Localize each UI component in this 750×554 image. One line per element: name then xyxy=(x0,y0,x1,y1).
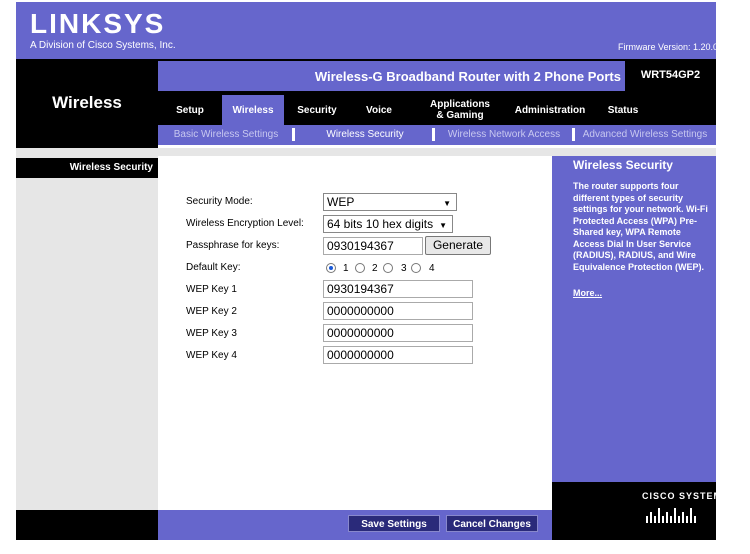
generate-button[interactable]: Generate xyxy=(425,236,491,255)
subtab-advanced-wireless-settings[interactable]: Advanced Wireless Settings xyxy=(580,129,710,140)
encryption-level-label: Wireless Encryption Level: xyxy=(186,218,304,229)
model-number: WRT54GP2 xyxy=(640,69,701,81)
default-key-radio-4[interactable] xyxy=(411,263,421,273)
tab-voice[interactable]: Voice xyxy=(356,95,402,125)
chevron-down-icon: ▼ xyxy=(439,221,447,230)
subtab-wireless-network-access[interactable]: Wireless Network Access xyxy=(440,129,568,140)
tab-status[interactable]: Status xyxy=(600,95,646,125)
logo-subtitle: A Division of Cisco Systems, Inc. xyxy=(30,40,176,51)
left-heading: Wireless Security xyxy=(69,162,153,173)
wep-key-3-label: WEP Key 3 xyxy=(186,328,237,339)
help-title: Wireless Security xyxy=(573,158,673,172)
default-key-option-1: 1 xyxy=(343,263,349,274)
wep-key-4-label: WEP Key 4 xyxy=(186,350,237,361)
subtab-separator xyxy=(432,128,435,141)
tab-security[interactable]: Security xyxy=(290,95,344,125)
passphrase-label: Passphrase for keys: xyxy=(186,240,280,251)
subtab-separator xyxy=(292,128,295,141)
default-key-label: Default Key: xyxy=(186,262,241,273)
product-title: Wireless-G Broadband Router with 2 Phone… xyxy=(314,69,621,84)
security-mode-label: Security Mode: xyxy=(186,196,253,207)
wep-key-2-label: WEP Key 2 xyxy=(186,306,237,317)
wep-key-4-input[interactable]: 0000000000 xyxy=(323,346,473,364)
subtab-wireless-security[interactable]: Wireless Security xyxy=(302,129,428,140)
help-more-link[interactable]: More... xyxy=(573,288,602,298)
help-text: The router supports four different types… xyxy=(573,181,708,272)
encryption-level-value: 64 bits 10 hex digits xyxy=(327,217,434,231)
security-mode-value: WEP xyxy=(327,195,355,209)
help-top-strip xyxy=(552,148,716,156)
left-panel xyxy=(16,148,158,510)
save-settings-button[interactable]: Save Settings xyxy=(348,515,440,532)
security-mode-select[interactable]: WEP ▼ xyxy=(323,193,457,211)
main-top-strip xyxy=(158,148,552,156)
linksys-logo: LINKSYS xyxy=(30,8,166,39)
default-key-option-4: 4 xyxy=(429,263,435,274)
wep-key-1-input[interactable]: 0930194367 xyxy=(323,280,473,298)
cisco-systems-logo: CISCO SYSTEMS xyxy=(642,491,730,501)
footer-left xyxy=(16,510,158,540)
tab-wireless[interactable]: Wireless xyxy=(222,95,284,125)
default-key-option-2: 2 xyxy=(372,263,378,274)
default-key-option-3: 3 xyxy=(401,263,407,274)
chevron-down-icon: ▼ xyxy=(443,199,451,208)
passphrase-input[interactable]: 0930194367 xyxy=(323,237,423,255)
wep-key-1-label: WEP Key 1 xyxy=(186,284,237,295)
wep-key-2-input[interactable]: 0000000000 xyxy=(323,302,473,320)
tab-applications-gaming[interactable]: Applications & Gaming xyxy=(420,95,500,125)
subtab-basic-wireless-settings[interactable]: Basic Wireless Settings xyxy=(162,129,290,140)
encryption-level-select[interactable]: 64 bits 10 hex digits ▼ xyxy=(323,215,453,233)
firmware-version: Firmware Version: 1.20.01 xyxy=(618,42,724,52)
default-key-radio-2[interactable] xyxy=(355,263,365,273)
cisco-bars-icon xyxy=(646,508,696,523)
subtab-separator xyxy=(572,128,575,141)
default-key-radio-3[interactable] xyxy=(383,263,393,273)
tab-administration[interactable]: Administration xyxy=(510,95,590,125)
tab-setup[interactable]: Setup xyxy=(162,95,218,125)
section-title: Wireless xyxy=(52,93,122,112)
cancel-changes-button[interactable]: Cancel Changes xyxy=(446,515,538,532)
default-key-radio-1[interactable] xyxy=(326,263,336,273)
wep-key-3-input[interactable]: 0000000000 xyxy=(323,324,473,342)
